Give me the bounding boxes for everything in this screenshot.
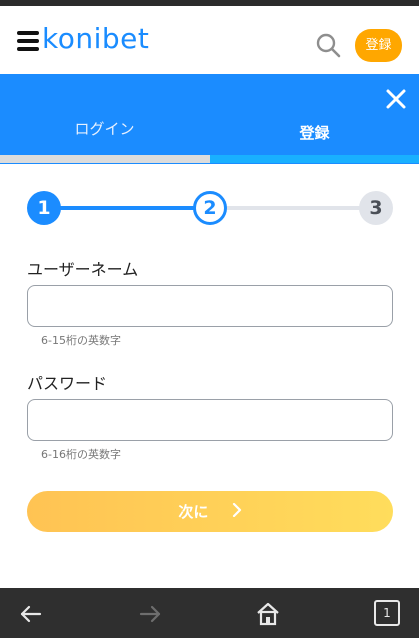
- tab-register[interactable]: 登録: [210, 122, 419, 143]
- register-button[interactable]: 登録: [355, 29, 402, 62]
- auth-tabbar: ログイン 登録: [0, 74, 419, 164]
- site-logo[interactable]: konibet: [42, 22, 149, 55]
- step-3-indicator: 3: [359, 191, 393, 225]
- username-input[interactable]: [27, 285, 393, 327]
- browser-bottom-nav: 1: [0, 588, 419, 638]
- next-button[interactable]: 次に: [27, 491, 393, 532]
- password-hint: 6-16桁の英数字: [41, 448, 121, 461]
- site-header: konibet 登録: [0, 6, 419, 74]
- password-input[interactable]: [27, 399, 393, 441]
- close-icon[interactable]: [385, 88, 407, 110]
- chevron-right-icon: [232, 491, 242, 532]
- step-1-indicator: 1: [27, 191, 61, 225]
- stepper-progress-remaining: [220, 206, 376, 210]
- next-button-label: 次に: [178, 503, 209, 521]
- arrow-left-icon[interactable]: [18, 601, 44, 627]
- tab-register-underline: [210, 155, 419, 163]
- tab-login[interactable]: ログイン: [0, 118, 209, 139]
- username-label: ユーザーネーム: [27, 260, 139, 279]
- username-hint: 6-15桁の英数字: [41, 334, 121, 347]
- home-icon[interactable]: [255, 601, 281, 627]
- password-label: パスワード: [27, 374, 108, 393]
- step-2-indicator: 2: [193, 191, 227, 225]
- arrow-right-icon[interactable]: [137, 601, 163, 627]
- progress-stepper: 1 2 3: [27, 191, 393, 225]
- menu-icon[interactable]: [17, 31, 39, 51]
- tabs-icon[interactable]: 1: [374, 600, 400, 626]
- search-icon[interactable]: [315, 32, 341, 58]
- tab-login-underline: [0, 155, 210, 163]
